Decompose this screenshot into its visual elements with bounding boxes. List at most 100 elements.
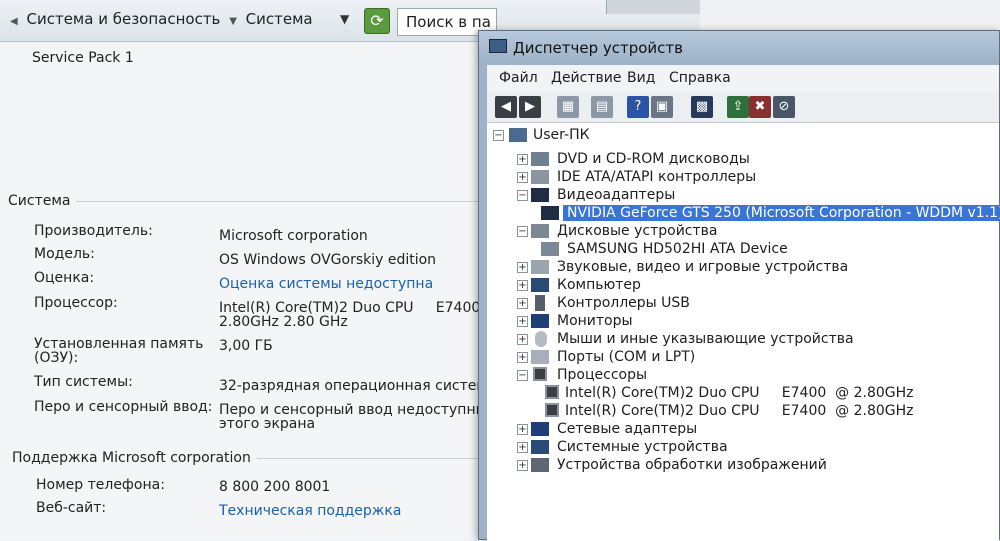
- tree-child[interactable]: Intel(R) Core(TM)2 Duo CPU E7400 @ 2.80G…: [541, 385, 991, 403]
- tree-item-label: Компьютер: [557, 277, 641, 293]
- menu-file[interactable]: Файл: [499, 70, 538, 86]
- tree-item-label: Системные устройства: [557, 439, 728, 455]
- pen-input-label: Перо и сенсорный ввод:: [34, 399, 213, 415]
- tree-item[interactable]: + Мыши и иные указывающие устройства: [517, 331, 987, 349]
- tree-item[interactable]: + Системные устройства: [517, 439, 987, 457]
- ide-icon: [531, 170, 549, 184]
- view-icon[interactable]: ▣: [651, 96, 673, 118]
- breadcrumb-chevron-icon[interactable]: ▼: [229, 16, 237, 27]
- expand-icon[interactable]: +: [517, 424, 528, 435]
- tree-item-label: IDE ATA/ATAPI контроллеры: [557, 169, 757, 185]
- expand-icon[interactable]: +: [517, 262, 528, 273]
- breadcrumb-system[interactable]: Система: [246, 10, 313, 28]
- menu-help[interactable]: Справка: [669, 70, 731, 86]
- expand-icon[interactable]: +: [517, 334, 528, 345]
- expand-icon[interactable]: +: [517, 460, 528, 471]
- tree-root[interactable]: − User-ПК: [493, 127, 693, 145]
- uninstall-icon[interactable]: ✖: [749, 96, 771, 118]
- refresh-icon[interactable]: ⟳: [364, 8, 390, 34]
- sound-icon: [531, 260, 549, 274]
- expand-icon[interactable]: +: [517, 316, 528, 327]
- expand-icon[interactable]: +: [517, 280, 528, 291]
- expand-icon[interactable]: +: [517, 298, 528, 309]
- tree-item[interactable]: + Сетевые адаптеры: [517, 421, 987, 439]
- tree-item-label: DVD и CD-ROM дисководы: [557, 151, 750, 167]
- port-icon: [531, 350, 549, 364]
- tree-item-label: Мыши и иные указывающие устройства: [557, 331, 854, 347]
- phone-label: Номер телефона:: [36, 477, 165, 493]
- tree-child[interactable]: Intel(R) Core(TM)2 Duo CPU E7400 @ 2.80G…: [541, 403, 991, 421]
- expand-icon[interactable]: +: [517, 172, 528, 183]
- network-icon: [531, 422, 549, 436]
- ram-value: 3,00 ГБ: [219, 338, 273, 354]
- tree-item[interactable]: − Дисковые устройства: [517, 223, 987, 241]
- device-manager-titlebar[interactable]: Диспетчер устройств: [479, 31, 999, 63]
- processor-icon: [533, 367, 547, 381]
- website-link[interactable]: Техническая поддержка: [219, 503, 401, 519]
- update-driver-icon[interactable]: ⇪: [727, 96, 749, 118]
- section-divider: [76, 200, 487, 202]
- tree-item-label: Сетевые адаптеры: [557, 421, 698, 437]
- tree-item-label: Процессоры: [557, 367, 648, 383]
- tree-item-label: Видеоадаптеры: [557, 187, 676, 203]
- address-dropdown-icon[interactable]: ▼: [340, 12, 349, 26]
- window-controls[interactable]: [606, 0, 700, 14]
- expand-icon[interactable]: +: [517, 352, 528, 363]
- model-label: Модель:: [34, 246, 95, 262]
- expand-icon[interactable]: +: [517, 442, 528, 453]
- collapse-icon[interactable]: −: [493, 130, 504, 141]
- tree-child[interactable]: NVIDIA GeForce GTS 250 (Microsoft Corpor…: [541, 205, 1000, 223]
- tree-item-label: Устройства обработки изображений: [557, 457, 827, 473]
- processor-label: Процессор:: [34, 295, 118, 311]
- tree-item[interactable]: + Звуковые, видео и игровые устройства: [517, 259, 987, 277]
- device-manager-title: Диспетчер устройств: [513, 39, 684, 57]
- dvd-icon: [531, 152, 549, 166]
- tree-item[interactable]: + IDE ATA/ATAPI контроллеры: [517, 169, 987, 187]
- device-manager-icon: [489, 39, 507, 53]
- scan-hardware-icon[interactable]: ▩: [691, 96, 713, 118]
- device-tree: − User-ПК + DVD и CD-ROM дисководы + IDE…: [487, 123, 1000, 541]
- menu-action[interactable]: Действие: [551, 70, 621, 86]
- breadcrumb-system-security[interactable]: Система и безопасность: [26, 10, 220, 28]
- tree-item-label: Дисковые устройства: [557, 223, 718, 239]
- menu-view[interactable]: Вид: [627, 70, 655, 86]
- tree-item[interactable]: + Контроллеры USB: [517, 295, 987, 313]
- expand-icon[interactable]: +: [517, 154, 528, 165]
- website-label: Веб-сайт:: [36, 500, 107, 516]
- computer-icon: [531, 278, 549, 292]
- tree-item[interactable]: − Процессоры: [517, 367, 987, 385]
- section-support-heading: Поддержка Microsoft corporation: [12, 450, 497, 466]
- section-divider: [256, 457, 497, 459]
- forward-arrow-icon[interactable]: ▶: [519, 96, 541, 118]
- tree-child[interactable]: SAMSUNG HD502HI ATA Device: [541, 241, 991, 259]
- tree-item[interactable]: + DVD и CD-ROM дисководы: [517, 151, 987, 169]
- properties-icon[interactable]: ▦: [557, 96, 579, 118]
- tree-item[interactable]: + Устройства обработки изображений: [517, 457, 987, 475]
- back-arrow-icon[interactable]: ◀: [495, 96, 517, 118]
- tree-item[interactable]: + Компьютер: [517, 277, 987, 295]
- tree-child-label-selected: NVIDIA GeForce GTS 250 (Microsoft Corpor…: [563, 205, 1000, 221]
- imaging-icon: [531, 458, 549, 472]
- show-hide-icon[interactable]: ▤: [591, 96, 613, 118]
- collapse-icon[interactable]: −: [517, 370, 528, 381]
- tree-item[interactable]: + Порты (COM и LPT): [517, 349, 987, 367]
- mouse-icon: [535, 331, 547, 347]
- processor-icon: [545, 385, 559, 399]
- tree-item-label: Звуковые, видео и игровые устройства: [557, 259, 849, 275]
- tree-item-label: Мониторы: [557, 313, 633, 329]
- phone-value: 8 800 200 8001: [219, 479, 331, 495]
- breadcrumb-arrow-icon[interactable]: ◀: [10, 16, 18, 27]
- tree-child-label: Intel(R) Core(TM)2 Duo CPU E7400 @ 2.80G…: [565, 403, 914, 419]
- rating-link[interactable]: Оценка системы недоступна: [219, 276, 433, 292]
- section-system-title: Система: [8, 193, 71, 209]
- tree-item[interactable]: + Мониторы: [517, 313, 987, 331]
- collapse-icon[interactable]: −: [517, 190, 528, 201]
- help-icon[interactable]: ?: [627, 96, 649, 118]
- service-pack-text: Service Pack 1: [32, 50, 134, 66]
- display-adapter-icon: [541, 206, 559, 220]
- ram-label-line2: (ОЗУ):: [34, 350, 79, 366]
- collapse-icon[interactable]: −: [517, 226, 528, 237]
- tree-item[interactable]: − Видеоадаптеры: [517, 187, 987, 205]
- disable-icon[interactable]: ⊘: [773, 96, 795, 118]
- tree-child-label: SAMSUNG HD502HI ATA Device: [567, 241, 788, 257]
